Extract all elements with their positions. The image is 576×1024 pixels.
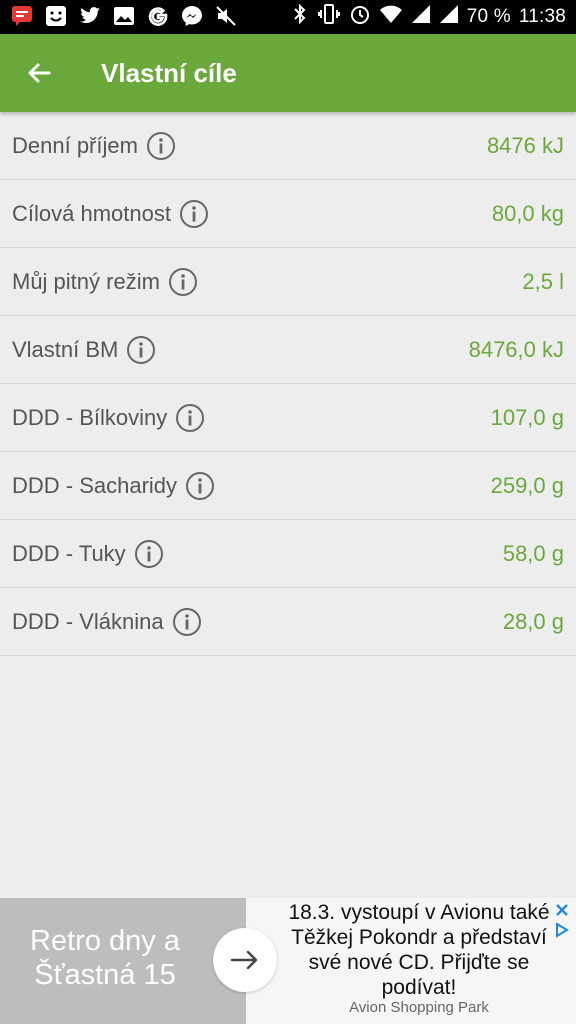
- goal-row-carbs[interactable]: DDD - Sacharidy 259,0 g: [0, 452, 576, 520]
- page-title: Vlastní cíle: [101, 58, 237, 88]
- info-icon[interactable]: [172, 607, 202, 637]
- messenger-icon: [180, 4, 204, 28]
- goal-value: 58,0 g: [502, 541, 564, 566]
- signal-icon: [411, 4, 431, 30]
- goal-label: DDD - Tuky: [12, 541, 126, 566]
- info-icon[interactable]: [185, 471, 215, 501]
- goal-label: Vlastní BM: [12, 337, 119, 362]
- image-icon: [112, 4, 136, 28]
- info-icon[interactable]: [146, 131, 176, 161]
- vibrate-icon: [317, 3, 341, 31]
- goal-value: 8476 kJ: [486, 133, 564, 158]
- clock: 11:38: [518, 6, 566, 27]
- signal-icon: [439, 4, 459, 30]
- goal-label: DDD - Bílkoviny: [12, 405, 168, 430]
- info-icon[interactable]: [179, 199, 209, 229]
- adchoices-icon[interactable]: [554, 922, 570, 938]
- goal-value: 80,0 kg: [491, 201, 564, 226]
- goal-row-custom-bm[interactable]: Vlastní BM 8476,0 kJ: [0, 316, 576, 384]
- goal-value: 259,0 g: [490, 473, 564, 498]
- goal-row-fiber[interactable]: DDD - Vláknina 28,0 g: [0, 588, 576, 656]
- notification-icons: [10, 4, 238, 28]
- info-icon[interactable]: [134, 539, 164, 569]
- system-status: 70 % 11:38: [291, 0, 566, 34]
- mute-icon: [214, 4, 238, 28]
- message-icon: [10, 4, 34, 28]
- goal-label: Denní příjem: [12, 133, 138, 158]
- close-icon[interactable]: [554, 902, 570, 918]
- goal-value: 28,0 g: [502, 609, 564, 634]
- goal-row-daily-intake[interactable]: Denní příjem 8476 kJ: [0, 112, 576, 180]
- battery-percent: 70 %: [466, 6, 511, 27]
- goal-value: 2,5 l: [522, 269, 564, 294]
- bluetooth-icon: [291, 3, 309, 31]
- goal-value: 107,0 g: [490, 405, 564, 430]
- smiley-icon: [44, 4, 68, 28]
- alarm-icon: [349, 3, 371, 31]
- ad-image[interactable]: Retro dny a Šťastná 15: [0, 898, 246, 1024]
- ad-body: 18.3. vystoupí v Avionu také Těžkej Poko…: [288, 901, 550, 999]
- goal-row-drinking[interactable]: Můj pitný režim 2,5 l: [0, 248, 576, 316]
- goal-label: DDD - Sacharidy: [12, 473, 178, 498]
- goal-label: Můj pitný režim: [12, 269, 160, 294]
- goal-row-target-weight[interactable]: Cílová hmotnost 80,0 kg: [0, 180, 576, 248]
- arrow-left-icon[interactable]: [22, 56, 56, 90]
- goals-list: Denní příjem 8476 kJ Cílová hmotnost 80,…: [0, 112, 576, 656]
- ad-headline: Retro dny a Šťastná 15: [30, 925, 180, 991]
- wifi-icon: [379, 4, 403, 30]
- goal-label: DDD - Vláknina: [12, 609, 164, 634]
- google-icon: [146, 4, 170, 28]
- ad-banner[interactable]: Retro dny a Šťastná 15 18.3. vystoupí v …: [0, 898, 576, 1024]
- goal-value: 8476,0 kJ: [468, 337, 564, 362]
- goal-row-fat[interactable]: DDD - Tuky 58,0 g: [0, 520, 576, 588]
- ad-source: Avion Shopping Park: [349, 999, 489, 1016]
- app-bar: Vlastní cíle: [0, 34, 576, 112]
- info-icon[interactable]: [175, 403, 205, 433]
- goal-row-protein[interactable]: DDD - Bílkoviny 107,0 g: [0, 384, 576, 452]
- arrow-right-icon[interactable]: [213, 928, 277, 992]
- info-icon[interactable]: [126, 335, 156, 365]
- twitter-icon: [78, 4, 102, 28]
- info-icon[interactable]: [168, 267, 198, 297]
- goal-label: Cílová hmotnost: [12, 201, 171, 226]
- status-bar: 70 % 11:38: [0, 0, 576, 34]
